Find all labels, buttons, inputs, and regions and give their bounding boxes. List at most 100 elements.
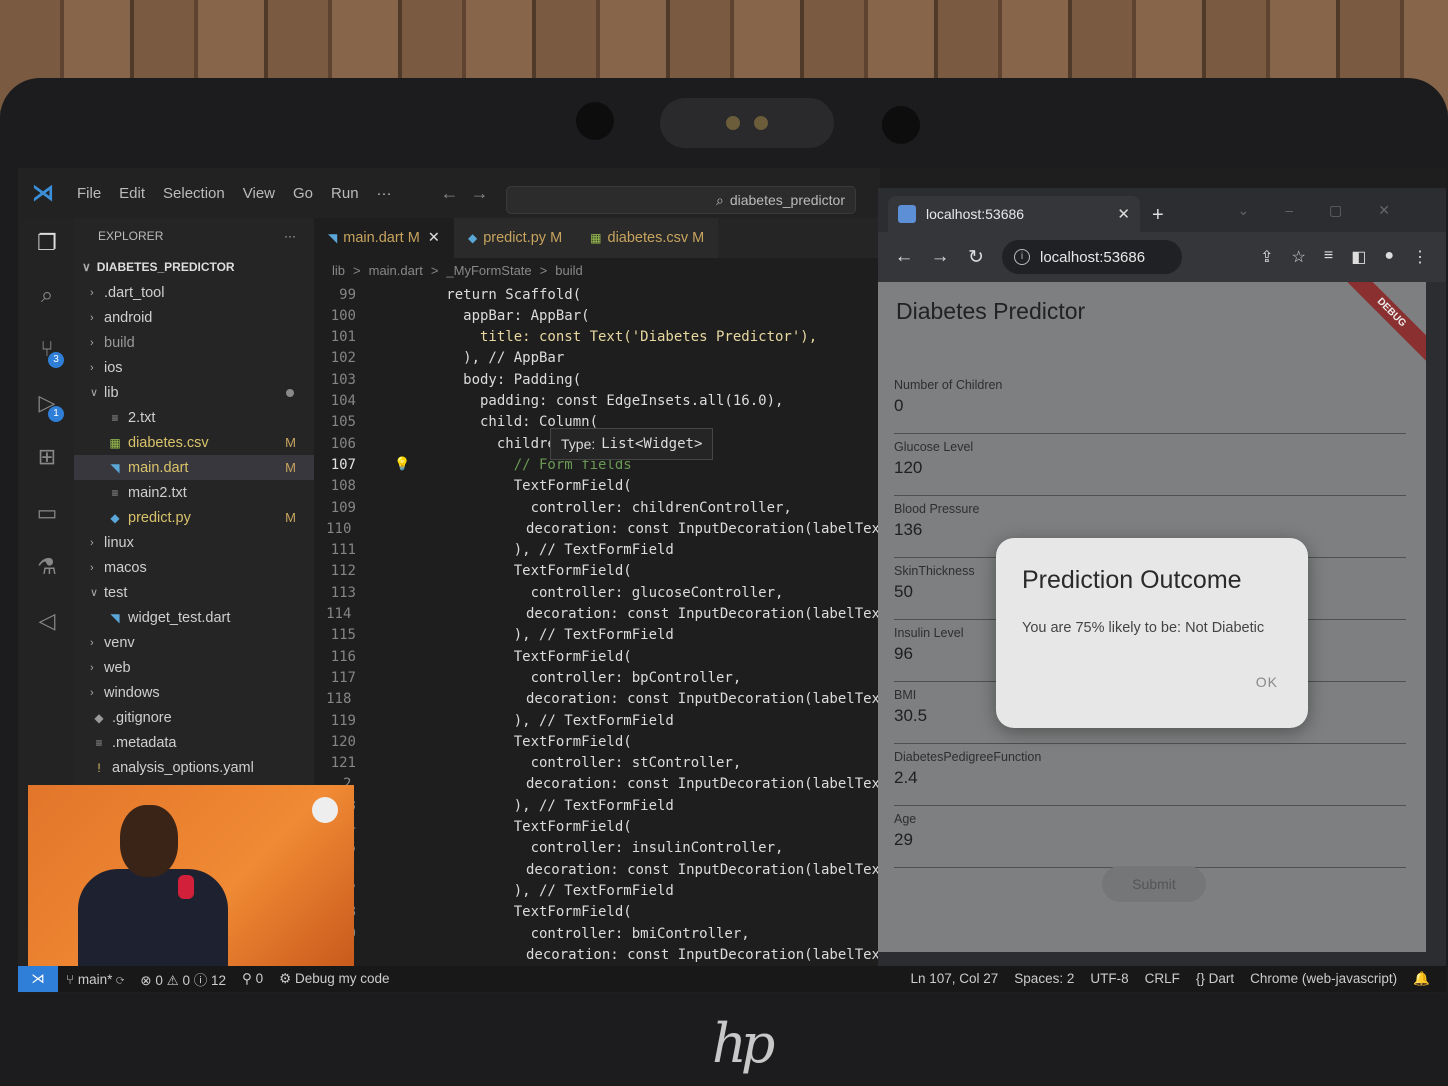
- tab-diabetes-csv[interactable]: ▦ diabetes.csv M: [576, 218, 719, 258]
- tree-item[interactable]: ! analysis_options.yaml: [74, 755, 314, 780]
- tab-label: main.dart M: [343, 230, 420, 246]
- form-field[interactable]: Glucose Level 120: [894, 440, 1406, 496]
- notifications-icon[interactable]: 🔔: [1405, 971, 1438, 987]
- line-number: 111: [330, 542, 356, 559]
- breadcrumb-item[interactable]: _MyFormState: [446, 263, 531, 278]
- text-file-icon: ≡: [95, 735, 103, 750]
- tree-item[interactable]: ∨ test: [74, 580, 314, 605]
- browser-tab[interactable]: localhost:53686 ✕: [888, 196, 1140, 232]
- form-field[interactable]: Number of Children 0: [894, 378, 1406, 434]
- dart-icon: ◥: [328, 231, 338, 245]
- line-number: 113: [330, 584, 356, 601]
- tree-item[interactable]: › windows: [74, 680, 314, 705]
- python-icon: ◆: [467, 231, 478, 245]
- ok-button[interactable]: OK: [1256, 674, 1278, 690]
- tree-item[interactable]: ◥ main.dart M: [74, 455, 314, 480]
- git-branch[interactable]: ⑂ main* ⟳: [58, 972, 132, 987]
- breadcrumb-item[interactable]: lib: [332, 263, 345, 278]
- encoding[interactable]: UTF-8: [1082, 971, 1136, 987]
- bookmark-star-icon[interactable]: ☆: [1292, 247, 1306, 267]
- tree-item[interactable]: › venv: [74, 630, 314, 655]
- tree-item[interactable]: ≡ .metadata: [74, 730, 314, 755]
- indentation[interactable]: Spaces: 2: [1006, 971, 1082, 987]
- code-line: 113 controller: glucoseController,: [314, 582, 880, 603]
- debug-config[interactable]: ⚙ Debug my code: [271, 971, 397, 987]
- tree-item[interactable]: ≡ 2.txt: [74, 405, 314, 430]
- code-line: 108 TextFormField(: [314, 476, 880, 497]
- site-info-icon[interactable]: i: [1014, 249, 1030, 265]
- line-ending[interactable]: CRLF: [1137, 971, 1188, 987]
- menu-item[interactable]: Run: [322, 185, 368, 202]
- code-text: decoration: const InputDecoration(labelT…: [357, 520, 880, 537]
- reload-icon[interactable]: ↻: [966, 246, 986, 269]
- tree-item[interactable]: › web: [74, 655, 314, 680]
- form-field[interactable]: Age 29: [894, 812, 1406, 868]
- language-mode[interactable]: {} Dart: [1188, 971, 1242, 987]
- menu-bar: File Edit Selection View Go Run ···: [68, 185, 401, 202]
- remote-indicator-icon[interactable]: ⋊: [18, 966, 58, 992]
- code-editor[interactable]: 99 return Scaffold(100 appBar: AppBar(10…: [314, 284, 880, 966]
- command-center[interactable]: ⌕ diabetes_predictor: [506, 186, 856, 214]
- problems-count[interactable]: ⊗ 0 ⚠ 0 ⓘ 12: [132, 969, 234, 989]
- tab-predict-py[interactable]: ◆ predict.py M: [453, 218, 577, 258]
- tree-item[interactable]: › build: [74, 330, 314, 355]
- menu-item[interactable]: ···: [368, 185, 401, 202]
- tree-item[interactable]: ◆ .gitignore: [74, 705, 314, 730]
- tree-item[interactable]: ◆ predict.py M: [74, 505, 314, 530]
- forward-icon[interactable]: →: [930, 246, 950, 268]
- code-text: TextFormField(: [362, 648, 632, 665]
- debug-target[interactable]: Chrome (web-javascript): [1242, 971, 1405, 987]
- flutter-icon[interactable]: ◁: [32, 608, 62, 638]
- tree-item[interactable]: › ios: [74, 355, 314, 380]
- menu-item[interactable]: View: [234, 185, 284, 202]
- breadcrumb-item[interactable]: main.dart: [369, 263, 423, 278]
- close-icon[interactable]: ✕: [428, 230, 440, 246]
- tree-item[interactable]: › android: [74, 305, 314, 330]
- menu-item[interactable]: Edit: [110, 185, 154, 202]
- address-bar[interactable]: i localhost:53686: [1002, 240, 1182, 274]
- testing-icon[interactable]: ⚗: [32, 554, 62, 584]
- tree-item[interactable]: ≡ main2.txt: [74, 480, 314, 505]
- nav-arrows-icon[interactable]: ←→: [441, 183, 501, 204]
- tree-item[interactable]: › linux: [74, 530, 314, 555]
- menu-item[interactable]: Go: [284, 185, 322, 202]
- breadcrumb-item[interactable]: build: [555, 263, 582, 278]
- window-controls-icon[interactable]: ⌄–▢✕: [1238, 202, 1426, 219]
- side-panel-icon[interactable]: ◧: [1351, 247, 1366, 267]
- share-icon[interactable]: ⇪: [1260, 247, 1273, 267]
- root-folder[interactable]: ∨ DIABETES_PREDICTOR: [74, 254, 314, 280]
- code-line: 121 controller: stController,: [314, 753, 880, 774]
- tree-item[interactable]: › macos: [74, 555, 314, 580]
- extensions-icon[interactable]: ⊞: [32, 444, 62, 474]
- profile-icon[interactable]: ●: [1384, 247, 1394, 267]
- back-icon[interactable]: ←: [894, 246, 914, 268]
- form-field[interactable]: DiabetesPedigreeFunction 2.4: [894, 750, 1406, 806]
- lightbulb-icon[interactable]: 💡: [394, 457, 410, 472]
- sensor-dot: [882, 106, 920, 144]
- remote-explorer-icon[interactable]: ▭: [32, 500, 62, 530]
- menu-item[interactable]: File: [68, 185, 110, 202]
- close-icon[interactable]: ✕: [1117, 205, 1130, 223]
- address-url: localhost:53686: [1040, 248, 1146, 266]
- search-icon[interactable]: ⌕: [32, 282, 62, 312]
- sync-icon[interactable]: ⟳: [116, 972, 124, 987]
- line-number: 115: [330, 627, 356, 644]
- explorer-more-icon[interactable]: ···: [284, 229, 296, 243]
- code-text: controller: childrenController,: [362, 499, 792, 516]
- line-number: 106: [330, 435, 356, 452]
- menu-item[interactable]: Selection: [154, 185, 234, 202]
- kebab-menu-icon[interactable]: ⋮: [1412, 247, 1428, 267]
- folder-icon: ›: [90, 686, 94, 699]
- explorer-icon[interactable]: ❐: [32, 230, 62, 260]
- tree-item[interactable]: ◥ widget_test.dart: [74, 605, 314, 630]
- submit-button[interactable]: Submit: [1102, 866, 1206, 902]
- tree-item[interactable]: ∨ lib: [74, 380, 314, 405]
- reading-list-icon[interactable]: ≡: [1324, 247, 1333, 267]
- tree-item[interactable]: › .dart_tool: [74, 280, 314, 305]
- ports-status[interactable]: ⚲ 0: [234, 971, 271, 987]
- new-tab-icon[interactable]: +: [1152, 204, 1164, 227]
- tab-main-dart[interactable]: ◥ main.dart M ✕: [314, 218, 454, 258]
- branch-label: main*: [77, 971, 113, 987]
- tree-item[interactable]: ▦ diabetes.csv M: [74, 430, 314, 455]
- cursor-position[interactable]: Ln 107, Col 27: [902, 971, 1006, 987]
